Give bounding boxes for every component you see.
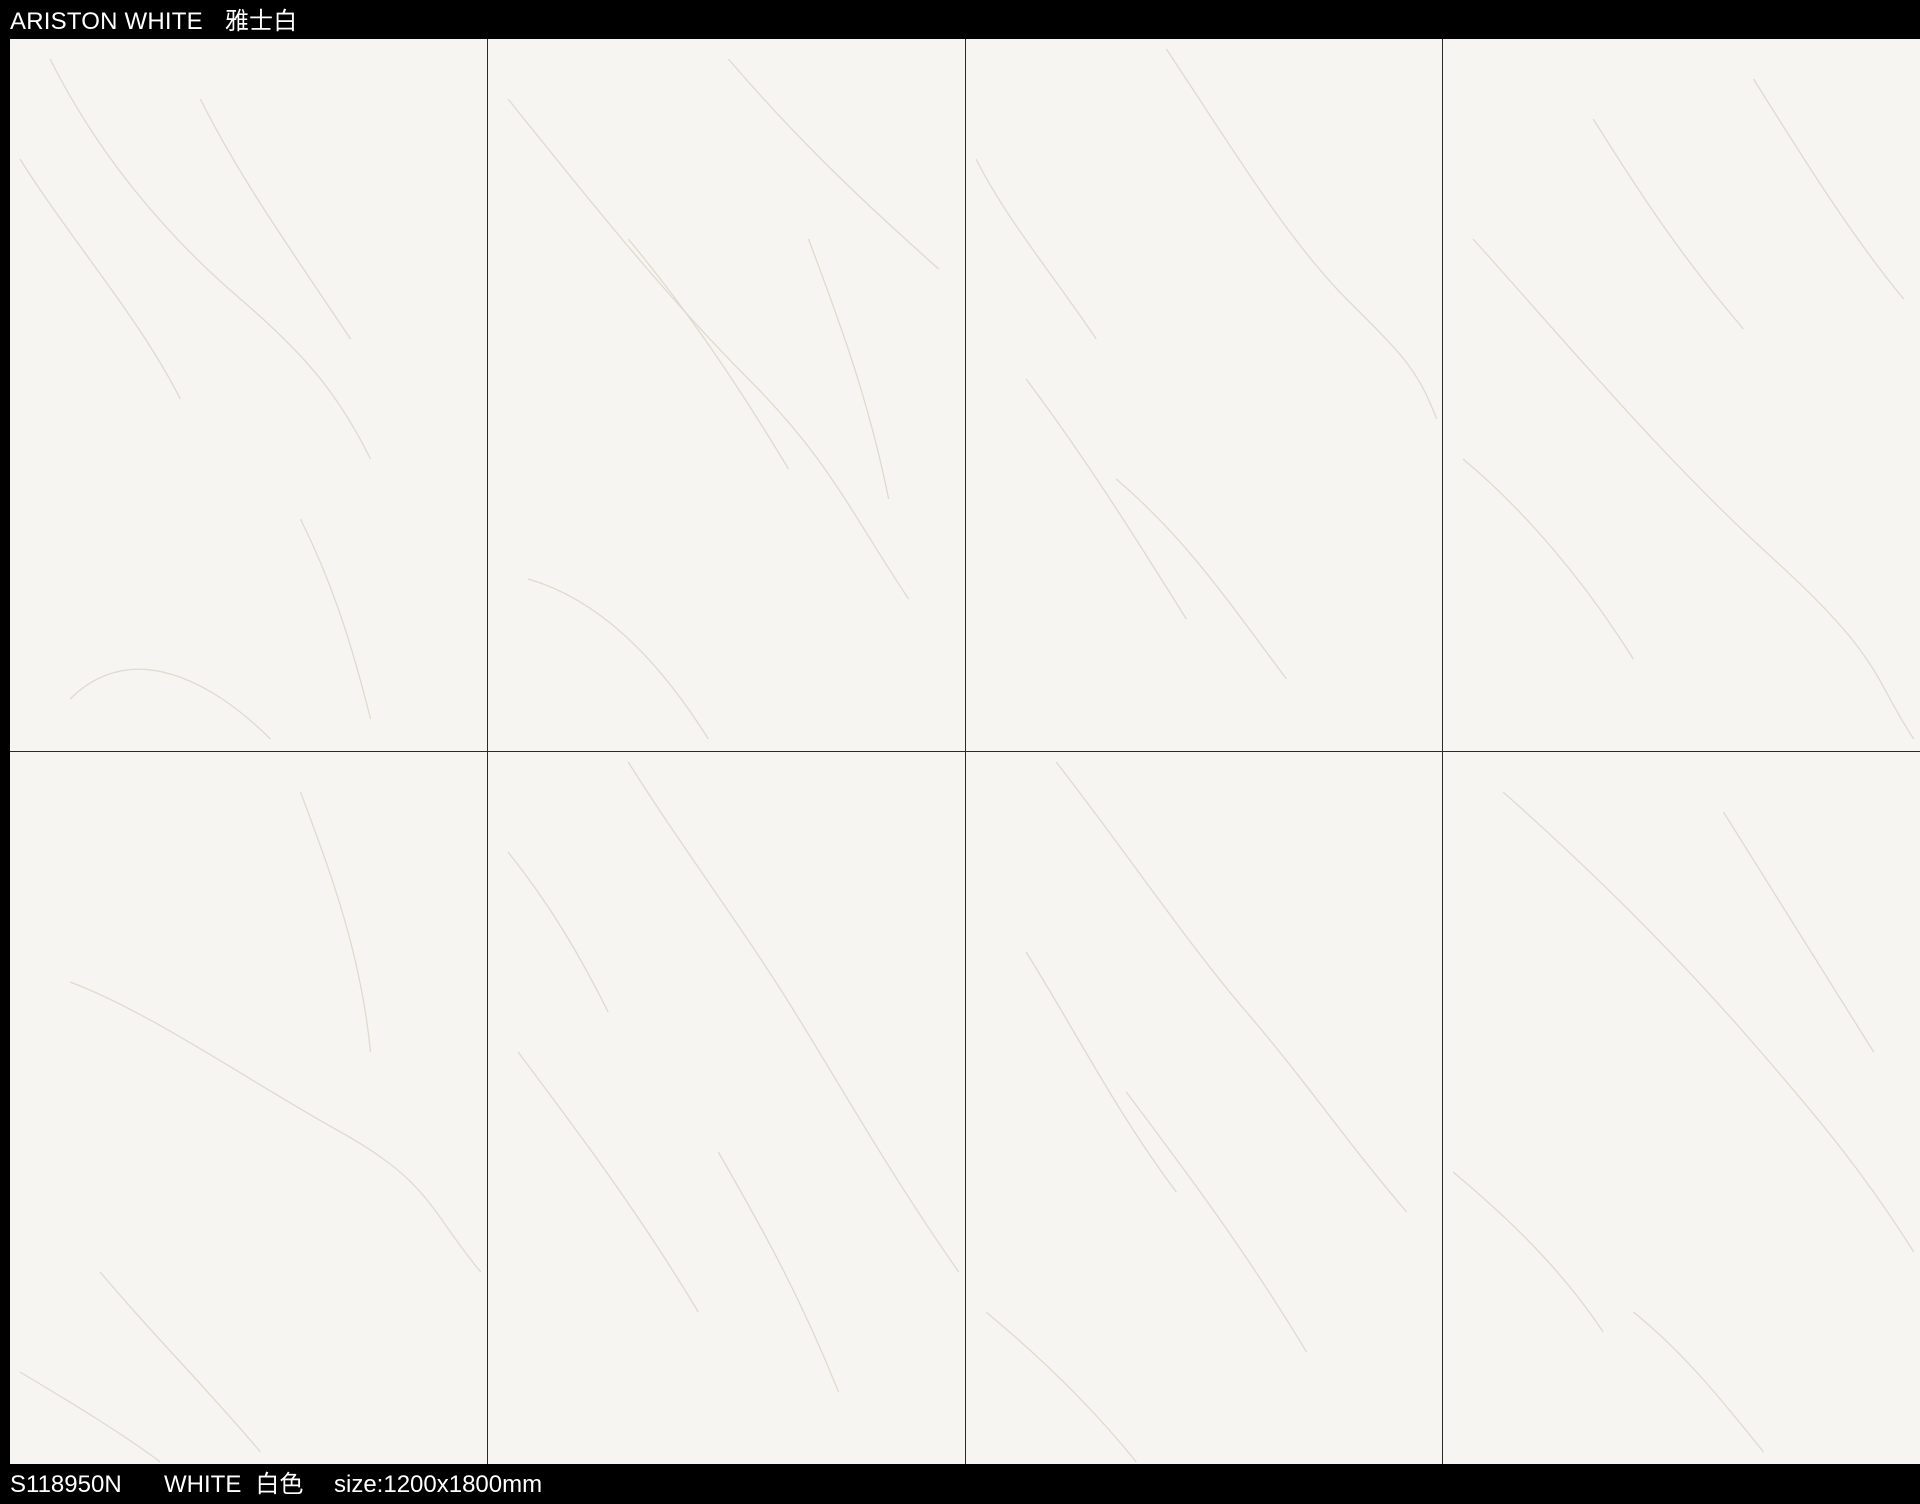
- marble-vein-pattern: [1462, 78, 1915, 740]
- marble-vein-pattern: [974, 48, 1437, 680]
- product-name-cn: 雅士白: [224, 8, 298, 35]
- product-title: ARISTON WHITE 雅士白: [10, 9, 297, 35]
- marble-vein-pattern: [507, 58, 939, 740]
- product-color: WHITE 白色: [164, 1472, 303, 1498]
- tile-grid: [10, 39, 1920, 1464]
- marble-tile: [10, 39, 487, 751]
- color-cn: 白色: [255, 1471, 304, 1498]
- marble-tile: [487, 752, 965, 1464]
- marble-vein-pattern: [1452, 791, 1915, 1453]
- header-bar: ARISTON WHITE 雅士白: [0, 0, 1920, 39]
- marble-tile: [487, 39, 965, 751]
- color-en: WHITE: [164, 1471, 242, 1498]
- marble-tile: [965, 39, 1443, 751]
- marble-tile: [1443, 39, 1920, 751]
- product-size: size:1200x1800mm: [334, 1471, 543, 1498]
- product-code: S118950N: [10, 1471, 122, 1498]
- marble-tile: [10, 752, 487, 1464]
- marble-vein-pattern: [19, 58, 372, 740]
- product-name-en: ARISTON WHITE: [10, 8, 203, 35]
- footer-bar: S118950N WHITE 白色 size:1200x1800mm: [0, 1464, 1920, 1504]
- marble-tile: [1443, 752, 1920, 1464]
- marble-vein-pattern: [19, 791, 482, 1463]
- marble-vein-pattern: [507, 761, 960, 1393]
- marble-vein-pattern: [985, 761, 1407, 1463]
- marble-tile: [965, 752, 1443, 1464]
